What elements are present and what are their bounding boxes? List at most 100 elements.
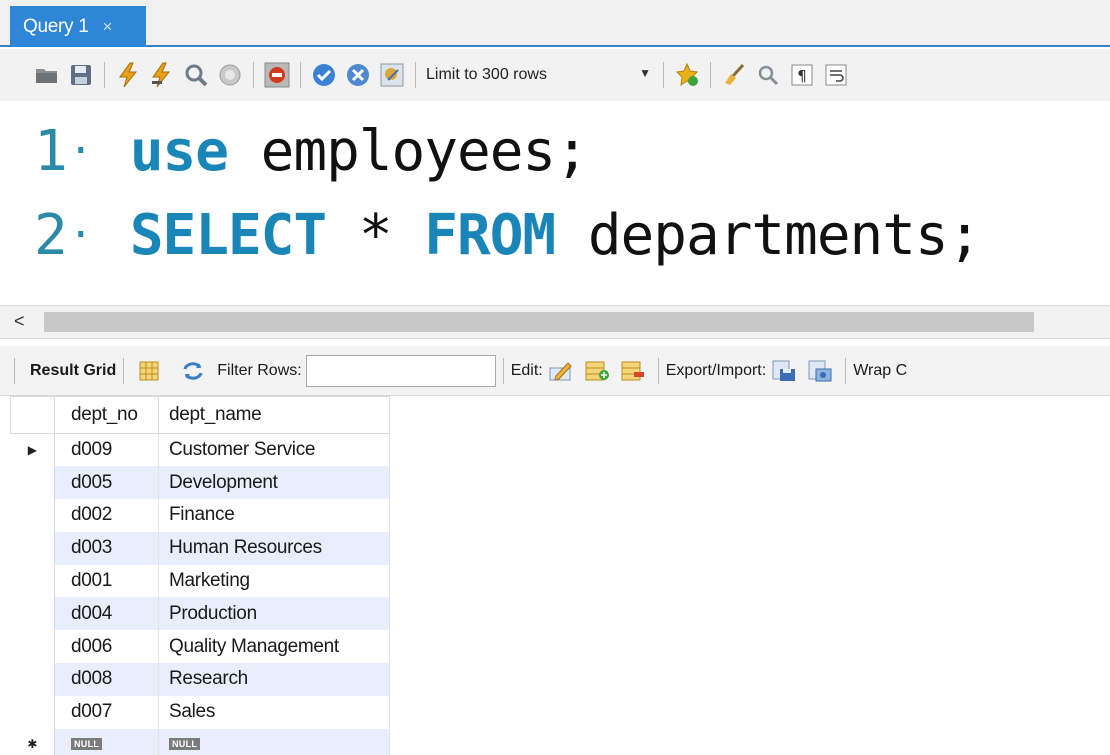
result-grid-tab[interactable]: Result Grid xyxy=(22,362,116,380)
toolbar-divider xyxy=(300,62,301,88)
result-toolbar: Result Grid Filter Rows: Edit: Export/Im… xyxy=(0,346,1110,396)
row-marker xyxy=(10,466,55,500)
current-row-indicator-icon: ▶ xyxy=(10,433,55,467)
delete-row-icon[interactable] xyxy=(615,355,651,387)
explain-magnifier-icon[interactable] xyxy=(179,58,213,92)
cell-dept-name[interactable]: Human Resources xyxy=(158,531,390,565)
sql-keyword: SELECT xyxy=(129,202,327,268)
execute-cursor-lightning-icon[interactable] xyxy=(145,58,179,92)
sql-editor[interactable]: 1 · use employees; 2 · SELECT * FROM dep… xyxy=(0,103,1110,303)
editor-horizontal-scrollbar[interactable]: < xyxy=(0,305,1110,339)
null-cell[interactable]: NULL xyxy=(54,728,159,755)
cell-dept-no[interactable]: d004 xyxy=(54,597,159,631)
filter-rows-input[interactable] xyxy=(305,354,496,387)
toggle-continue-on-error-icon[interactable] xyxy=(260,58,294,92)
edit-row-icon[interactable] xyxy=(543,355,579,387)
open-folder-icon[interactable] xyxy=(30,58,64,92)
new-row-asterisk-icon: ✱ xyxy=(10,728,55,755)
chevron-down-icon: ▼ xyxy=(639,66,651,80)
grid-view-icon[interactable] xyxy=(131,355,167,387)
autocommit-icon[interactable] xyxy=(375,58,409,92)
limit-rows-value: Limit to 300 rows xyxy=(426,66,547,83)
save-icon[interactable] xyxy=(64,58,98,92)
cell-dept-name[interactable]: Research xyxy=(158,663,390,696)
null-badge: NULL xyxy=(71,737,103,750)
sql-keyword: use xyxy=(129,118,229,184)
toolbar-divider xyxy=(123,357,125,384)
table-row[interactable]: d003 Human Resources xyxy=(10,531,390,565)
table-row[interactable]: d008 Research xyxy=(10,663,390,696)
beautify-broom-icon[interactable] xyxy=(717,58,751,92)
limit-rows-dropdown[interactable]: Limit to 300 rows ▼ xyxy=(422,60,657,90)
cell-dept-name[interactable]: Development xyxy=(158,466,390,500)
scroll-left-icon[interactable]: < xyxy=(14,311,25,332)
cell-dept-no[interactable]: d001 xyxy=(54,564,159,598)
find-icon[interactable] xyxy=(751,58,785,92)
toolbar-divider xyxy=(845,357,847,384)
invisible-chars-icon[interactable]: ¶ xyxy=(785,58,819,92)
column-header-dept-no[interactable]: dept_no xyxy=(54,396,159,434)
toolbar-divider xyxy=(502,357,504,384)
row-marker xyxy=(10,597,55,631)
table-row[interactable]: d002 Finance xyxy=(10,499,390,532)
add-snippet-star-icon[interactable] xyxy=(670,58,704,92)
null-badge: NULL xyxy=(169,737,201,750)
refresh-icon[interactable] xyxy=(175,355,211,387)
cell-dept-no[interactable]: d002 xyxy=(54,499,159,532)
table-row[interactable]: ▶ d009 Customer Service xyxy=(10,433,390,467)
wrap-lines-icon[interactable] xyxy=(819,58,853,92)
line-marker: · xyxy=(68,212,93,258)
edit-label: Edit: xyxy=(510,361,543,379)
row-marker-header xyxy=(10,396,55,434)
table-row[interactable]: d001 Marketing xyxy=(10,564,390,598)
commit-icon[interactable] xyxy=(307,58,341,92)
export-icon[interactable] xyxy=(766,355,802,387)
line-marker: · xyxy=(68,128,93,174)
table-row[interactable]: d006 Quality Management xyxy=(10,630,390,664)
cell-dept-no[interactable]: d007 xyxy=(54,695,159,729)
editor-line-1[interactable]: 1 · use employees; xyxy=(34,111,589,191)
scrollbar-thumb[interactable] xyxy=(44,312,1034,332)
editor-line-2[interactable]: 2 · SELECT * FROM departments; xyxy=(34,195,981,275)
cell-dept-name[interactable]: Customer Service xyxy=(158,433,390,467)
tab-query-1[interactable]: Query 1 × xyxy=(10,6,146,47)
row-marker xyxy=(10,531,55,565)
row-marker xyxy=(10,663,55,696)
insert-row-icon[interactable] xyxy=(579,355,615,387)
row-marker xyxy=(10,499,55,532)
row-marker xyxy=(10,564,55,598)
column-header-dept-name[interactable]: dept_name xyxy=(158,396,390,434)
table-row[interactable]: d004 Production xyxy=(10,597,390,631)
sql-keyword: FROM xyxy=(424,202,556,268)
cell-dept-no[interactable]: d005 xyxy=(54,466,159,500)
cell-dept-no[interactable]: d009 xyxy=(54,433,159,467)
new-row[interactable]: ✱ NULL NULL xyxy=(10,728,390,755)
cell-dept-no[interactable]: d003 xyxy=(54,531,159,565)
line-number: 2 xyxy=(34,202,68,268)
import-icon[interactable] xyxy=(802,355,838,387)
toolbar-divider xyxy=(657,357,659,384)
table-row[interactable]: d005 Development xyxy=(10,466,390,500)
cell-dept-name[interactable]: Production xyxy=(158,597,390,631)
null-cell[interactable]: NULL xyxy=(158,728,390,755)
sql-text: * xyxy=(326,202,425,268)
cell-dept-name[interactable]: Quality Management xyxy=(158,630,390,664)
toolbar-divider xyxy=(663,62,664,88)
result-grid-table: dept_no dept_name ▶ d009 Customer Service d… xyxy=(10,396,390,755)
line-number: 1 xyxy=(34,118,68,184)
rollback-icon[interactable] xyxy=(341,58,375,92)
stop-icon[interactable] xyxy=(213,58,247,92)
cell-dept-name[interactable]: Finance xyxy=(158,499,390,532)
wrap-cell-content-label[interactable]: Wrap C xyxy=(853,362,907,380)
table-row[interactable]: d007 Sales xyxy=(10,695,390,729)
cell-dept-no[interactable]: d006 xyxy=(54,630,159,664)
row-marker xyxy=(10,630,55,664)
close-icon[interactable]: × xyxy=(103,17,113,37)
cell-dept-name[interactable]: Sales xyxy=(158,695,390,729)
cell-dept-name[interactable]: Marketing xyxy=(158,564,390,598)
cell-dept-no[interactable]: d008 xyxy=(54,663,159,696)
row-marker xyxy=(10,695,55,729)
toolbar-divider xyxy=(415,62,416,88)
svg-text:¶: ¶ xyxy=(797,67,807,85)
execute-lightning-icon[interactable] xyxy=(111,58,145,92)
